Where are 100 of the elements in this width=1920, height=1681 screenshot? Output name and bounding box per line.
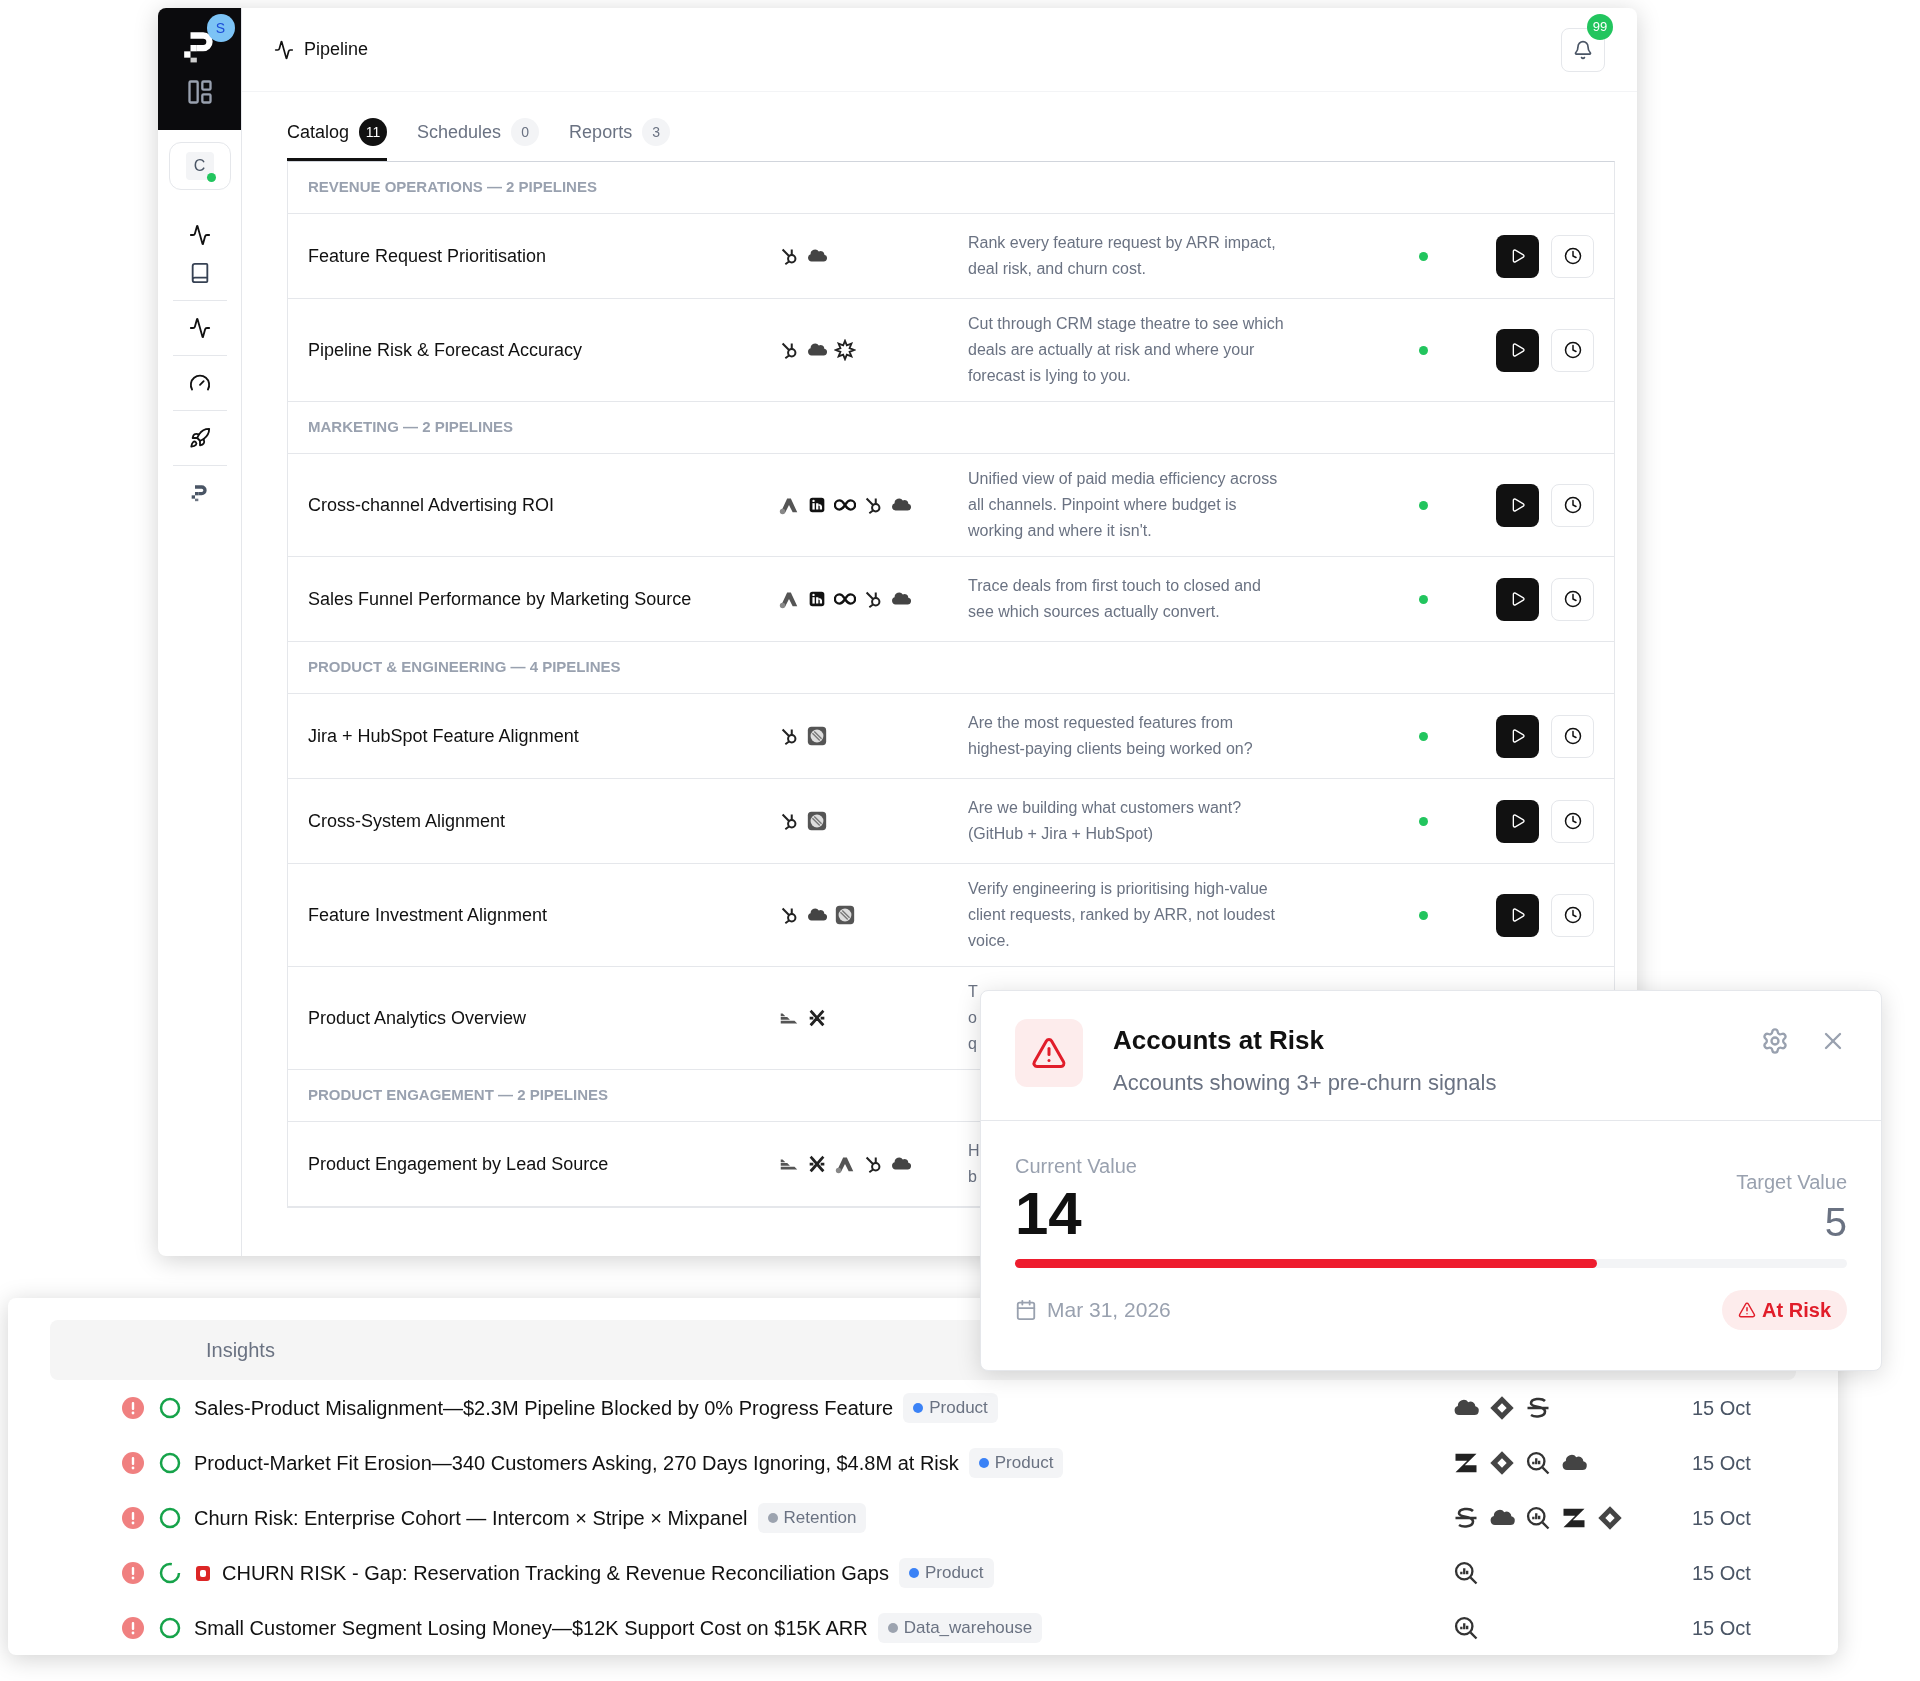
clock-icon: [1563, 906, 1582, 924]
group-heading: PRODUCT ENGAGEMENT — 2 PIPELINES: [308, 1085, 609, 1106]
tab[interactable]: Catalog 11: [287, 118, 388, 161]
schedule-button[interactable]: [1551, 328, 1594, 372]
avatar-badge[interactable]: S: [206, 14, 235, 42]
pipeline-description: voice.: [968, 931, 1010, 951]
clock-icon: [1563, 590, 1582, 608]
due-date: Mar 31, 2026: [1047, 1297, 1171, 1324]
pipeline-name: Pipeline Risk & Forecast Accuracy: [308, 338, 584, 362]
clock-icon: [1563, 727, 1582, 745]
clock-icon: [1563, 812, 1582, 830]
bell-icon: [1573, 39, 1593, 60]
schedule-button[interactable]: [1551, 799, 1594, 843]
run-button[interactable]: [1496, 714, 1539, 758]
workspace-button[interactable]: C: [168, 142, 231, 190]
pipeline-name: Feature Request Prioritisation: [308, 244, 548, 268]
insight-date: 15 Oct: [1692, 1450, 1751, 1476]
pipeline-description: client requests, ranked by ARR, not loudest: [968, 905, 1275, 925]
insight-date: 15 Oct: [1692, 1615, 1751, 1641]
schedule-button[interactable]: [1551, 893, 1594, 937]
insight-tag: Product: [903, 1392, 998, 1423]
target-value-label: Target Value: [1736, 1170, 1847, 1195]
alert-icon: [122, 1616, 144, 1639]
pipeline-row[interactable]: Cross-System Alignment Are we building what customers want? (GitHub + Jira + HubSpot): [288, 779, 1614, 864]
pipeline-name: Cross-channel Advertising ROI: [308, 493, 556, 517]
pipeline-description: all channels. Pinpoint where budget is: [968, 495, 1237, 515]
group-heading: MARKETING — 2 PIPELINES: [308, 417, 514, 438]
pipeline-icon: [274, 39, 294, 60]
pipeline-row[interactable]: Cross-channel Advertising ROI Unified view of paid media efficiency across all channels. Pinpoint where budget is working and where it isn't.: [288, 454, 1614, 557]
schedule-button[interactable]: [1551, 577, 1594, 621]
pipeline-row[interactable]: Jira + HubSpot Feature Alignment Are the most requested features from highest-paying clients being worked on?: [288, 694, 1614, 779]
calendar-icon: [1015, 1299, 1037, 1321]
card-title: Accounts at Risk: [1113, 1024, 1325, 1057]
insight-row[interactable]: Churn Risk: Enterprise Cohort — Intercom × Stripe × Mixpanel Retention 15 Oct: [50, 1490, 1796, 1545]
pipeline-description: deals are actually at risk and where your: [968, 340, 1255, 360]
run-button[interactable]: [1496, 577, 1539, 621]
striped-tile-icon: [806, 725, 828, 747]
pipeline-description: deal risk, and churn cost.: [968, 259, 1146, 279]
alert-icon: [122, 1506, 144, 1529]
status-badge: At Risk: [1722, 1290, 1847, 1330]
pipeline-name: Cross-System Alignment: [308, 809, 507, 833]
pipeline-row[interactable]: Feature Request Prioritisation Rank every feature request by ARR impact, deal risk, and churn cost.: [288, 214, 1614, 299]
clock-icon: [1563, 247, 1582, 265]
insight-tag: Data_warehouse: [877, 1612, 1043, 1643]
striped-tile-icon: [834, 904, 856, 926]
page-title: Pipeline: [304, 38, 369, 61]
run-button[interactable]: [1496, 328, 1539, 372]
pipeline-description: b: [968, 1167, 977, 1187]
pipeline-description: see which sources actually convert.: [968, 602, 1220, 622]
pipeline-description: Unified view of paid media efficiency across: [968, 469, 1278, 489]
insight-row[interactable]: CHURN RISK - Gap: Reservation Tracking & Revenue Reconciliation Gaps Product 15 Oct: [50, 1545, 1796, 1600]
pipeline-name: Jira + HubSpot Feature Alignment: [308, 724, 580, 748]
run-button[interactable]: [1496, 893, 1539, 937]
insight-row[interactable]: Sales-Product Misalignment—$2.3M Pipeline Blocked by 0% Progress Feature Product 15 Oct: [50, 1380, 1796, 1435]
pipeline-description: Cut through CRM stage theatre to see which: [968, 314, 1284, 334]
insight-tag: Product: [898, 1557, 994, 1588]
insights-title: Insights: [206, 1338, 275, 1363]
run-button[interactable]: [1496, 483, 1539, 527]
pipeline-row[interactable]: Sales Funnel Performance by Marketing Source Trace deals from first touch to closed and see which sources actually convert.: [288, 557, 1614, 642]
insight-date: 15 Oct: [1692, 1395, 1751, 1421]
group-heading: PRODUCT & ENGINEERING — 4 PIPELINES: [308, 657, 621, 678]
logo-icon: [189, 482, 210, 502]
run-button[interactable]: [1496, 234, 1539, 278]
layout-icon[interactable]: [185, 78, 214, 106]
tab-count: 0: [511, 118, 540, 146]
pipeline-row[interactable]: Feature Investment Alignment Verify engineering is prioritising high-value client requests, ranked by ARR, not loudest voice.: [288, 864, 1614, 967]
insight-title: Churn Risk: Enterprise Cohort — Intercom × Stripe × Mixpanel: [194, 1505, 748, 1531]
pulse-icon[interactable]: [188, 317, 211, 339]
pipeline-description: H: [968, 1141, 980, 1161]
clock-icon: [1563, 341, 1582, 359]
pipeline-name: Product Engagement by Lead Source: [308, 1152, 610, 1176]
settings-icon[interactable]: [1761, 1027, 1789, 1055]
activity-icon[interactable]: [188, 224, 211, 246]
schedule-button[interactable]: [1551, 483, 1594, 527]
pipeline-description: Are we building what customers want?: [968, 798, 1242, 818]
alert-icon: [122, 1451, 144, 1474]
insight-title: CHURN RISK - Gap: Reservation Tracking & Revenue Reconciliation Gaps: [222, 1560, 889, 1586]
pipeline-description: T: [968, 982, 978, 1002]
insight-row[interactable]: Product-Market Fit Erosion—340 Customers Asking, 270 Days Ignoring, $4.8M at Risk Product 15 Oct: [50, 1435, 1796, 1490]
schedule-button[interactable]: [1551, 234, 1594, 278]
insight-title: Sales-Product Misalignment—$2.3M Pipeline Blocked by 0% Progress Feature: [194, 1395, 894, 1421]
burst-icon: [834, 339, 856, 361]
pipeline-name: Product Analytics Overview: [308, 1006, 528, 1030]
insight-title: Small Customer Segment Losing Money—$12K Support Cost on $15K ARR: [194, 1615, 868, 1641]
pipeline-description: Are the most requested features from: [968, 713, 1233, 733]
pipeline-description: Rank every feature request by ARR impact,: [968, 233, 1276, 253]
insight-title: Product-Market Fit Erosion—340 Customers Asking, 270 Days Ignoring, $4.8M at Risk: [194, 1450, 959, 1476]
pipeline-row[interactable]: Pipeline Risk & Forecast Accuracy Cut through CRM stage theatre to see which deals are actually at risk and where your forecast is lying to you.: [288, 299, 1614, 402]
run-button[interactable]: [1496, 799, 1539, 843]
schedule-button[interactable]: [1551, 714, 1594, 758]
pipeline-description: Trace deals from first touch to closed and: [968, 576, 1261, 596]
pipeline-description: (GitHub + Jira + HubSpot): [968, 824, 1153, 844]
insight-row[interactable]: Small Customer Segment Losing Money—$12K Support Cost on $15K ARR Data_warehouse 15 Oct: [50, 1600, 1796, 1655]
pipeline-description: working and where it isn't.: [968, 521, 1152, 541]
insight-date: 15 Oct: [1692, 1505, 1751, 1531]
rocket-icon[interactable]: [188, 427, 211, 449]
pipeline-description: Verify engineering is prioritising high-value: [968, 879, 1268, 899]
current-value-label: Current Value: [1015, 1154, 1137, 1179]
tab[interactable]: Schedules 0: [417, 118, 540, 161]
tab[interactable]: Reports 3: [569, 118, 671, 161]
